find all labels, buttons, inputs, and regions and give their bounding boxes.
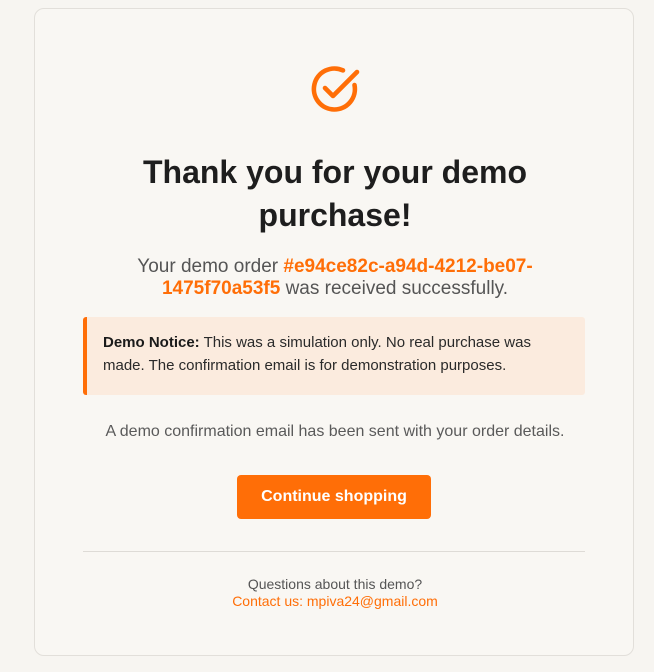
divider — [83, 551, 585, 552]
confirmation-card: Thank you for your demo purchase! Your d… — [34, 8, 634, 656]
check-circle-icon — [311, 66, 360, 112]
order-suffix: was received successfully. — [280, 278, 509, 299]
order-prefix: Your demo order — [137, 256, 284, 277]
demo-notice: Demo Notice: This was a simulation only.… — [83, 317, 585, 395]
page-title: Thank you for your demo purchase! — [142, 154, 528, 233]
contact-line: Contact us: mpiva24@gmail.com — [135, 593, 535, 610]
notice-label: Demo Notice: — [103, 334, 200, 351]
contact-link[interactable]: Contact us: mpiva24@gmail.com — [232, 593, 438, 609]
questions-text: Questions about this demo? — [247, 576, 423, 592]
contact-prefix: Contact us: — [232, 593, 307, 609]
continue-shopping-button[interactable]: Continue shopping — [237, 475, 431, 519]
contact-email: mpiva24@gmail.com — [306, 593, 438, 609]
order-message: Your demo order #e94ce82c-a94d-4212-be07… — [95, 256, 575, 300]
email-sent-message: A demo confirmation email has been sent … — [105, 423, 565, 440]
